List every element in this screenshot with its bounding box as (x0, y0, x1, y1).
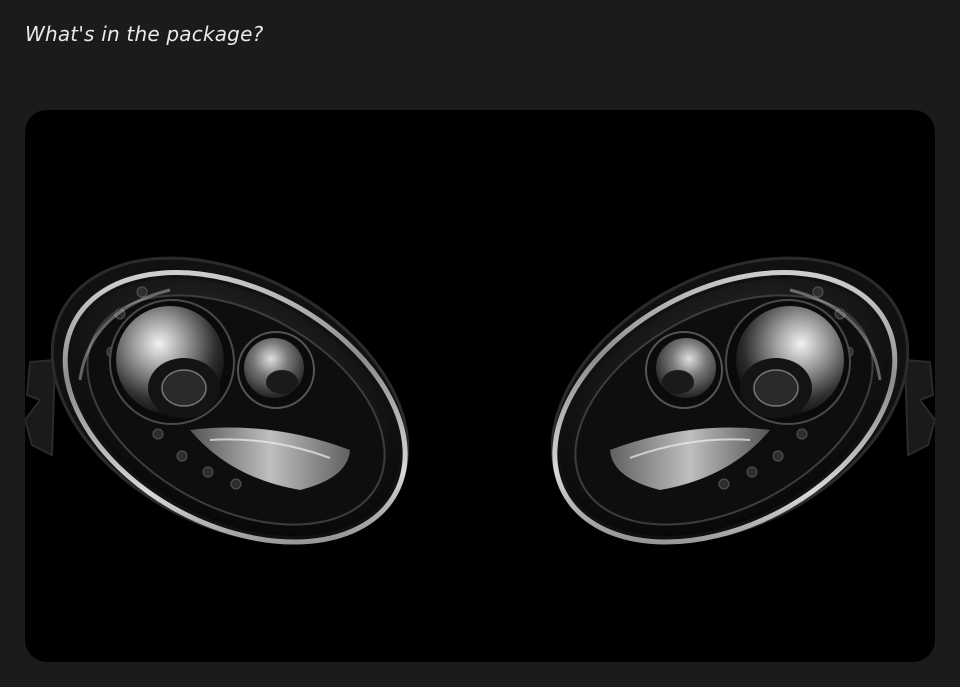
section-heading: What's in the package? (25, 22, 264, 46)
headlights-illustration (25, 110, 935, 662)
left-headlight-image (25, 200, 456, 599)
product-photo (25, 110, 935, 662)
right-headlight-image (504, 200, 935, 599)
